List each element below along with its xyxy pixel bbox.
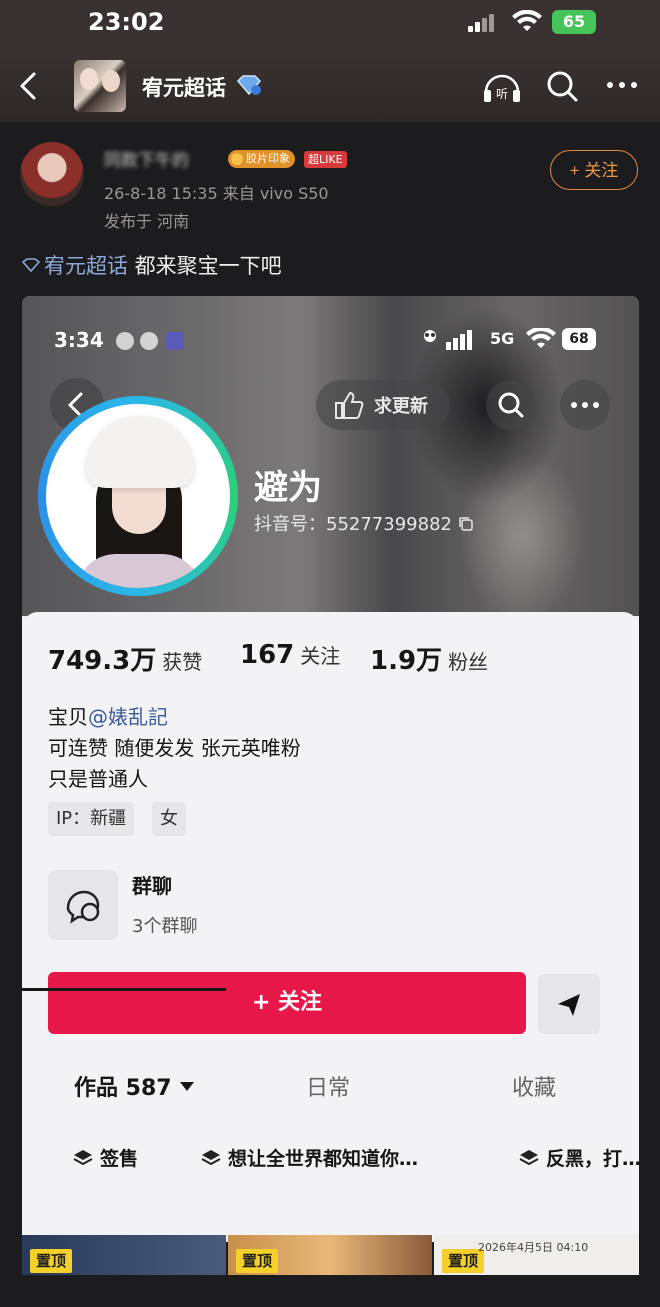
topic-link[interactable]: 宥元超话 [22,254,128,278]
thumb-icon [335,391,364,419]
profile-bio: 宝贝@婊乱記 可连赞 随便发发 张元英唯粉 只是普通人 [48,705,301,791]
battery-icon: 65 [552,10,596,34]
supertopic-avatar[interactable] [74,60,126,112]
signal-icon [424,330,472,350]
collection-item[interactable]: 反黑，打… [518,1144,639,1171]
nav-bar: 宥元超话 听 [0,50,660,122]
post-time-device: 26-8-18 15:35 来自 vivo S50 [104,184,329,203]
following-stat[interactable]: 167 关注 [240,640,340,670]
profile-avatar-ring[interactable] [38,396,238,596]
photo-badge: 胶片印象 [228,150,295,168]
post-body: 都来聚宝一下吧 [128,254,282,278]
likes-stat[interactable]: 749.3万 获赞 [48,640,202,677]
page-title[interactable]: 宥元超话 [142,72,226,102]
chevron-down-icon [179,1082,194,1091]
layers-icon [519,1150,539,1166]
diamond-icon [22,258,40,272]
active-tab-indicator [22,988,226,991]
collection-item[interactable]: 签售 [72,1144,138,1171]
battery-icon: 68 [562,328,596,350]
topic-name: 宥元超话 [44,254,128,278]
network-label: 5G [490,329,515,348]
followers-stat[interactable]: 1.9万 粉丝 [370,640,488,677]
collection-list: 签售 想让全世界都知道你… 反黑，打… [22,1132,639,1192]
gender-tag: 女 [152,802,186,836]
embedded-status-time: 3:34 [54,328,104,352]
profile-card: 749.3万 获赞 167 关注 1.9万 粉丝 宝贝@婊乱記 可连赞 随便发发 张元… [22,612,639,1242]
request-update-button[interactable]: 求更新 [316,380,450,430]
more-icon[interactable] [604,76,640,92]
request-update-label: 求更新 [374,396,428,417]
tab-works[interactable]: 作品 587 [74,1070,194,1102]
ip-tag: IP：新疆 [48,802,135,836]
layers-icon [73,1150,93,1166]
bio-mention[interactable]: @婊乱記 [88,705,168,729]
video-thumbnails: 置顶 置顶 置顶 2026年4月5日 04:10 [22,1235,639,1277]
author-name[interactable]: 同款下午的 [104,146,189,171]
tab-daily[interactable]: 日常 [306,1070,350,1102]
profile-follow-button[interactable]: + 关注 [48,972,526,1034]
profile-tabs: 作品 587 日常 收藏 [22,1052,639,1116]
like-badge: 超LIKE [304,151,347,168]
listen-icon[interactable]: 听 [482,68,522,104]
bottom-action-bar [0,1276,660,1307]
search-icon[interactable] [486,380,536,430]
signal-icon [468,14,494,32]
copy-icon[interactable] [458,516,474,532]
embedded-screenshot[interactable]: 3:34 5G 68 求更新 避为 抖音号：55277399882 749.3万… [22,296,639,1242]
group-chat-icon[interactable] [48,870,118,940]
thumbnail-date: 2026年4月5日 04:10 [478,1241,589,1254]
pinned-badge: 置顶 [236,1249,279,1273]
profile-name: 避为 [254,468,322,508]
pinned-badge: 置顶 [30,1249,73,1273]
svg-text:听: 听 [496,87,508,101]
video-thumbnail[interactable]: 置顶 2026年4月5日 04:10 [434,1235,639,1275]
notification-icons [116,330,190,350]
diamond-badge-icon [236,75,262,96]
search-icon[interactable] [544,68,580,104]
send-message-button[interactable] [538,974,600,1034]
wifi-icon [512,10,542,31]
author-avatar[interactable] [20,142,84,206]
collection-item[interactable]: 想让全世界都知道你… [200,1144,418,1171]
wifi-icon [526,328,556,348]
follow-button[interactable]: + 关注 [550,150,638,190]
profile-stats: 749.3万 获赞 167 关注 1.9万 粉丝 [48,640,608,680]
profile-avatar [46,404,230,588]
video-thumbnail[interactable]: 置顶 [22,1235,226,1275]
group-chat-count: 3个群聊 [132,916,198,937]
post-location: 发布于 河南 [104,212,190,231]
group-chat-title[interactable]: 群聊 [132,870,172,899]
embedded-status-right: 5G 68 [422,326,622,352]
status-time: 23:02 [88,8,165,36]
post-text: 宥元超话 都来聚宝一下吧 [22,250,282,280]
video-thumbnail[interactable]: 置顶 [228,1235,432,1275]
layers-icon [201,1150,221,1166]
douyin-id: 抖音号：55277399882 [254,510,474,536]
status-bar: 23:02 65 [0,0,660,50]
back-arrow-icon[interactable] [14,68,44,104]
post-card: 同款下午的 胶片印象 超LIKE 26-8-18 15:35 来自 vivo S… [0,122,660,1307]
more-icon[interactable] [560,380,610,430]
tab-favorites[interactable]: 收藏 [512,1070,556,1102]
